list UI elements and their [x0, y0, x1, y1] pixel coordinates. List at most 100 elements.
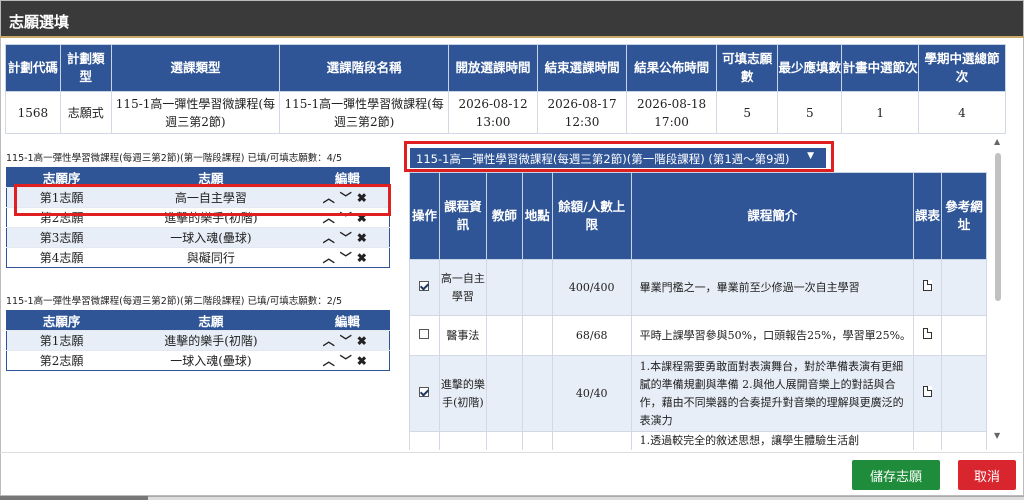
highlight-box-first-wish	[14, 184, 391, 216]
course-quota: 40/40	[551, 355, 632, 432]
chevron-down-icon[interactable]: ﹀	[340, 354, 357, 368]
header-action: 操作	[409, 172, 440, 260]
wish-row: 第3志願 一球入魂(壘球) ︿﹀✖	[6, 227, 390, 248]
header-edit: 編輯	[305, 310, 390, 331]
chevron-up-icon[interactable]: ︿	[323, 251, 340, 265]
chevron-up-icon[interactable]: ︿	[323, 354, 340, 368]
wishlist-header-row: 志願序 志願 編輯	[6, 310, 390, 331]
course-teacher	[485, 355, 523, 432]
course-table: 操作 課程資訊 教師 地點 餘額/人數上限 課程簡介 課表 參考網址 高一自主學…	[409, 172, 987, 450]
course-type: 115-1高一彈性學習微課程(每週三第2節)	[110, 91, 281, 134]
course-name	[438, 431, 487, 450]
reference-url-cell	[941, 315, 987, 356]
chevron-down-icon[interactable]: ﹀	[340, 231, 357, 245]
close-time: 2026-08-17 12:30	[537, 91, 628, 134]
phase-name: 115-1高一彈性學習微課程(每週三第2節)	[279, 91, 450, 134]
wish-course: 一球入魂(壘球)	[116, 227, 306, 248]
course-row: 1.透過較完全的敘述思想，讓學生體驗生活創	[409, 431, 987, 450]
course-quota: 68/68	[551, 315, 632, 356]
wish-course: 與礙同行	[116, 247, 306, 268]
header-location: 地點	[521, 172, 553, 260]
close-icon[interactable]: ✖	[357, 231, 372, 245]
document-icon[interactable]	[923, 385, 933, 397]
header-total-periods: 學期中選總節次	[917, 44, 1007, 92]
wishlist-2-table: 志願序 志願 編輯 第1志願 進擊的樂手(初階) ︿﹀✖ 第2志願 一球入魂(壘…	[6, 310, 390, 371]
course-row: 醫事法 68/68 平時上課學習參與50%，口頭報告25%，學習單25%。	[409, 315, 987, 356]
course-quota: 400/400	[551, 259, 632, 316]
course-list-panel: 操作 課程資訊 教師 地點 餘額/人數上限 課程簡介 課表 參考網址 高一自主學…	[409, 172, 987, 450]
wish-course: 一球入魂(壘球)	[116, 350, 306, 371]
wish-order: 第4志願	[6, 247, 117, 268]
highlight-box-phase-select	[404, 141, 834, 172]
wishlist-1-caption: 115-1高一彈性學習微課程(每週三第2節)(第一階段課程) 已填/可填志願數：…	[6, 153, 342, 164]
scroll-down-arrow-icon[interactable]: ▼	[994, 431, 1000, 440]
header-teacher: 教師	[485, 172, 523, 260]
course-checkbox[interactable]	[419, 386, 430, 397]
close-icon[interactable]: ✖	[357, 354, 372, 368]
wish-row: 第2志願 一球入魂(壘球) ︿﹀✖	[6, 350, 390, 371]
course-intro: 平時上課學習參與50%，口頭報告25%，學習單25%。	[630, 315, 915, 356]
wish-order: 第3志願	[6, 227, 117, 248]
plan-data-row: 1568 志願式 115-1高一彈性學習微課程(每週三第2節) 115-1高一彈…	[5, 91, 1007, 134]
wish-row: 第1志願 進擊的樂手(初階) ︿﹀✖	[6, 330, 390, 351]
save-wishes-button[interactable]: 儲存志願	[852, 460, 940, 490]
course-header-row: 操作 課程資訊 教師 地點 餘額/人數上限 課程簡介 課表 參考網址	[409, 172, 987, 260]
course-teacher	[485, 259, 523, 316]
wish-order: 第1志願	[6, 330, 117, 351]
course-location	[521, 355, 553, 432]
header-schedule: 課表	[913, 172, 943, 260]
header-reference-url: 參考網址	[941, 172, 987, 260]
title-divider	[0, 36, 1024, 38]
plan-header-row: 計劃代碼 計劃類型 選課類型 選課階段名稱 開放選課時間 結束選課時間 結果公佈…	[5, 44, 1007, 92]
document-icon[interactable]	[923, 279, 933, 291]
course-location	[521, 431, 553, 450]
chevron-down-icon[interactable]: ﹀	[340, 251, 357, 265]
header-open-time: 開放選課時間	[448, 44, 539, 92]
wish-edit-controls: ︿﹀✖	[305, 247, 390, 268]
wish-edit-controls: ︿﹀✖	[305, 227, 390, 248]
chevron-up-icon[interactable]: ︿	[323, 334, 340, 348]
schedule-cell	[913, 259, 943, 316]
header-plan-type: 計劃類型	[59, 44, 112, 92]
chevron-down-icon[interactable]: ﹀	[340, 334, 357, 348]
plan-code: 1568	[5, 91, 61, 134]
header-course-intro: 課程簡介	[630, 172, 915, 260]
course-intro: 畢業門檻之一，畢業前至少修過一次自主學習	[630, 259, 915, 316]
plan-periods: 1	[841, 91, 919, 134]
course-checkbox[interactable]	[419, 280, 430, 291]
course-checkbox-cell	[409, 431, 440, 450]
reference-url-cell	[941, 259, 987, 316]
course-row: 高一自主學習 400/400 畢業門檻之一，畢業前至少修過一次自主學習	[409, 259, 987, 316]
course-list-scrollbar[interactable]: ▲ ▼	[992, 137, 1004, 444]
header-course-info: 課程資訊	[438, 172, 487, 260]
plan-info-table: 計劃代碼 計劃類型 選課類型 選課階段名稱 開放選課時間 結束選課時間 結果公佈…	[5, 44, 1007, 134]
total-periods: 4	[917, 91, 1007, 134]
header-wish: 志願	[116, 310, 306, 331]
wish-order: 第2志願	[6, 350, 117, 371]
cancel-button[interactable]: 取消	[958, 460, 1016, 490]
course-name: 高一自主學習	[438, 259, 487, 316]
background-page-strip	[148, 496, 1024, 500]
course-location	[521, 315, 553, 356]
header-course-type: 選課類型	[110, 44, 281, 92]
header-plan-code: 計劃代碼	[5, 44, 61, 92]
course-checkbox-cell	[409, 259, 440, 316]
scroll-up-arrow-icon[interactable]: ▲	[994, 137, 1000, 146]
course-location	[521, 259, 553, 316]
scrollbar-thumb[interactable]	[995, 153, 1001, 301]
document-icon[interactable]	[923, 327, 933, 339]
course-checkbox[interactable]	[419, 328, 430, 339]
reference-url-cell	[941, 431, 987, 450]
course-checkbox-cell	[409, 355, 440, 432]
header-quota: 餘額/人數上限	[551, 172, 632, 260]
chevron-up-icon[interactable]: ︿	[323, 231, 340, 245]
open-time: 2026-08-12 13:00	[448, 91, 539, 134]
wish-edit-controls: ︿﹀✖	[305, 350, 390, 371]
close-icon[interactable]: ✖	[357, 251, 372, 265]
wishlist-1-table: 志願序 志願 編輯 第1志願 高一自主學習 ︿﹀✖ 第2志願 進擊的樂手(初階)…	[6, 167, 390, 268]
course-quota	[551, 431, 632, 450]
close-icon[interactable]: ✖	[357, 334, 372, 348]
course-intro: 1.本課程需要勇敢面對表演舞台，對於準備表演有更細膩的準備規劃與準備 2.與他人…	[630, 355, 915, 432]
header-max-wishes: 可填志願數	[716, 44, 779, 92]
footer-divider	[0, 452, 1024, 453]
